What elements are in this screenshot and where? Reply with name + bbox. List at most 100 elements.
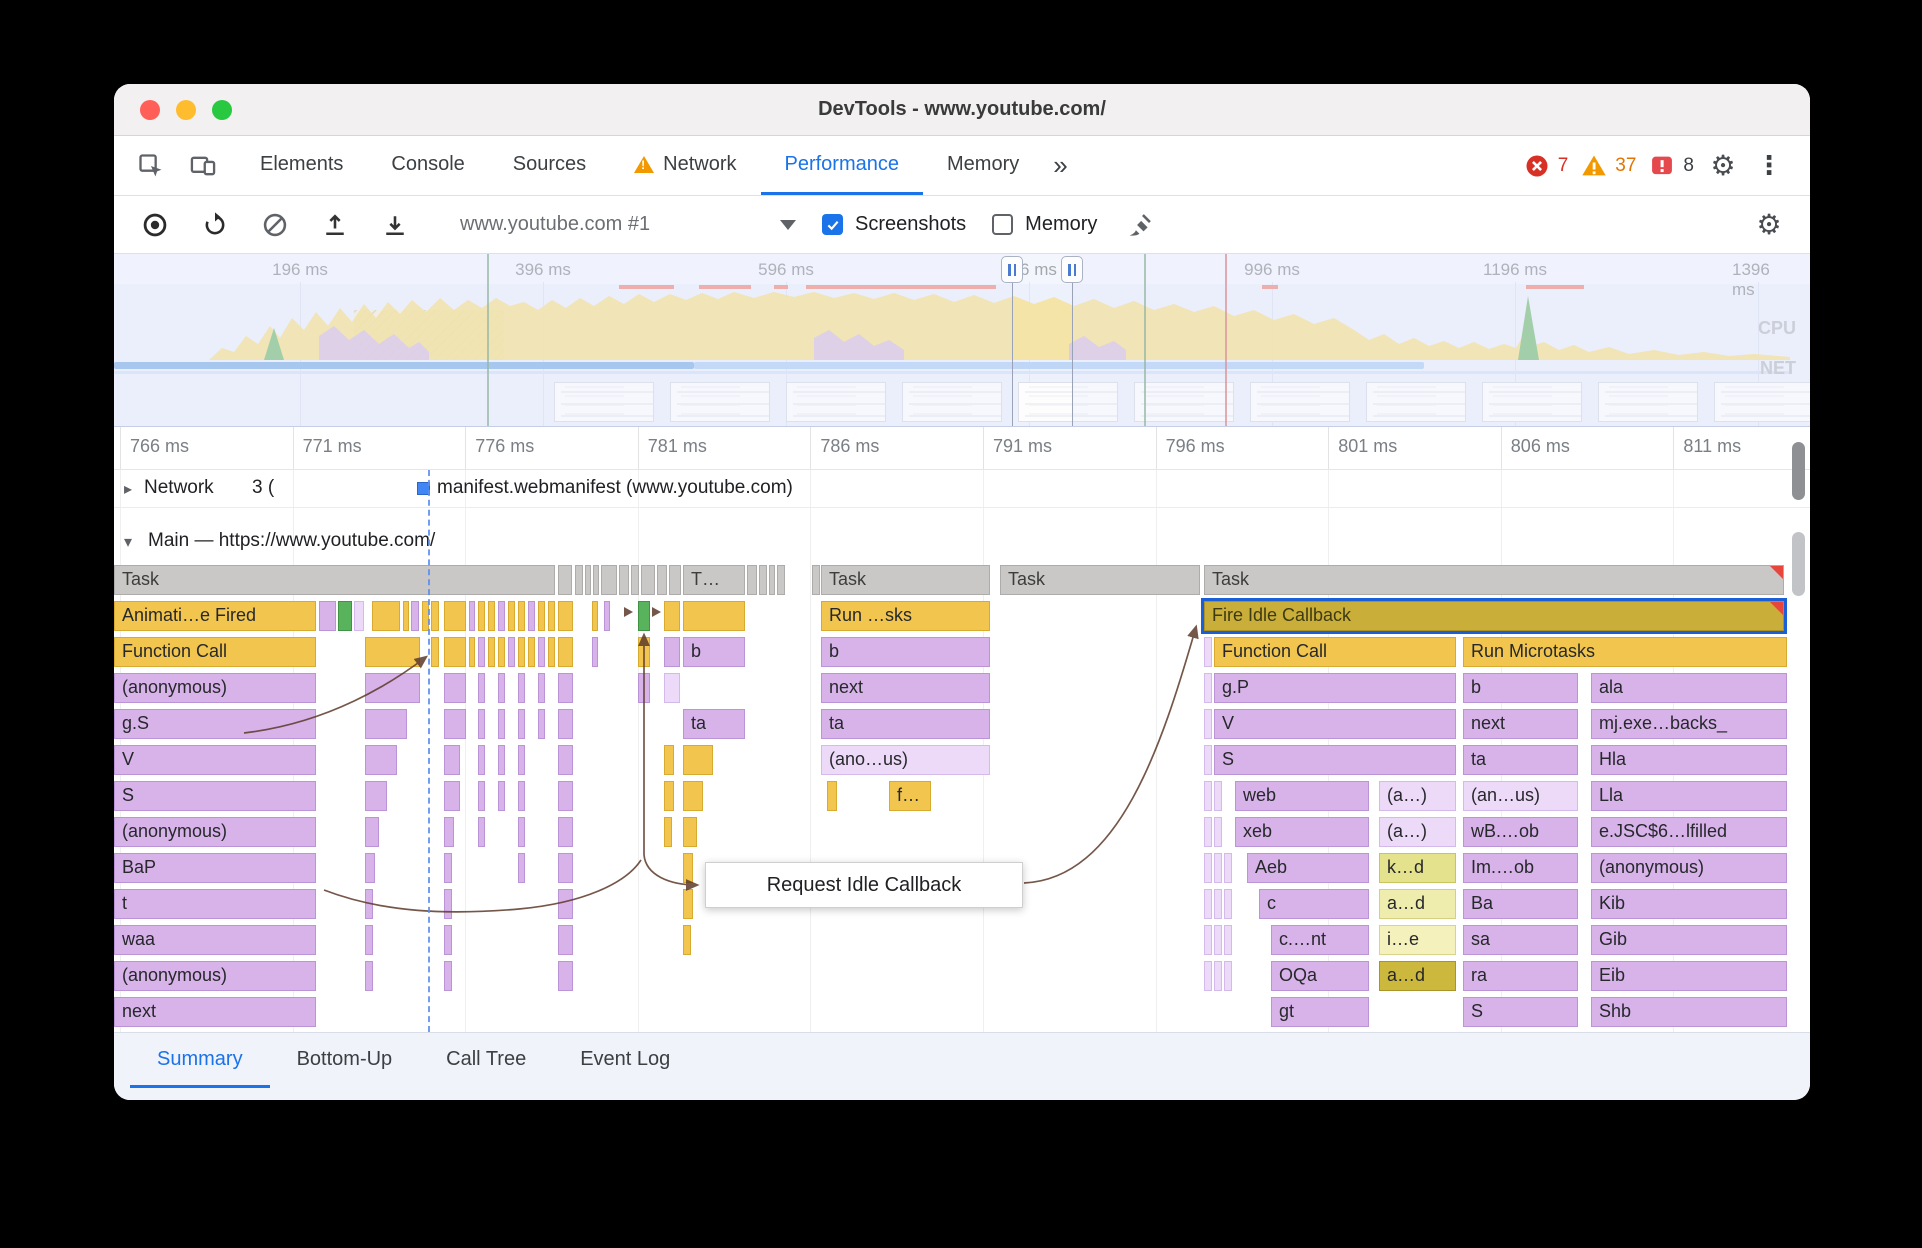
flame-bar-anonymous[interactable]: (anonymous)	[114, 673, 316, 703]
tab-memory[interactable]: Memory	[923, 136, 1043, 195]
flame-bar-eib[interactable]: Eib	[1591, 961, 1787, 991]
flame-bar-a[interactable]: (a…)	[1379, 781, 1456, 811]
flame-bar[interactable]	[683, 745, 713, 775]
flame-bar[interactable]	[365, 781, 387, 811]
settings-gear-icon[interactable]: ⚙	[1706, 149, 1740, 183]
flame-bar[interactable]	[827, 781, 837, 811]
flame-bar[interactable]	[478, 817, 485, 847]
flame-bar[interactable]	[538, 709, 545, 739]
tab-network[interactable]: Network	[610, 136, 760, 195]
flame-bar[interactable]	[664, 601, 680, 631]
flame-bar[interactable]	[431, 637, 439, 667]
flame-bar-g-s[interactable]: g.S	[114, 709, 316, 739]
flame-bar-s[interactable]: S	[114, 781, 316, 811]
flame-bar[interactable]	[1214, 889, 1222, 919]
clear-recording-button[interactable]	[258, 208, 292, 242]
flame-bar[interactable]	[444, 673, 466, 703]
flame-bar-ta[interactable]: ta	[1463, 745, 1578, 775]
flame-bar-waa[interactable]: waa	[114, 925, 316, 955]
flame-bar[interactable]	[558, 745, 573, 775]
flame-bar[interactable]	[538, 637, 545, 667]
flame-bar-f[interactable]: f…	[889, 781, 931, 811]
flame-bar-ba[interactable]: Ba	[1463, 889, 1578, 919]
flame-bar-a-d[interactable]: a…d	[1379, 889, 1456, 919]
flame-bar[interactable]	[444, 853, 452, 883]
flame-bar[interactable]	[488, 601, 495, 631]
flame-bar[interactable]	[444, 745, 460, 775]
tab-console[interactable]: Console	[367, 136, 488, 195]
flame-bar[interactable]	[365, 817, 379, 847]
flame-bar[interactable]	[365, 637, 420, 667]
flame-bar[interactable]	[683, 601, 745, 631]
flame-bar-b[interactable]: b	[1463, 673, 1578, 703]
flame-bar-mj-exe-backs[interactable]: mj.exe…backs_	[1591, 709, 1787, 739]
flame-bar[interactable]	[444, 781, 460, 811]
flame-bar[interactable]	[518, 781, 525, 811]
flame-bar[interactable]	[777, 565, 785, 595]
flame-bar[interactable]	[528, 601, 535, 631]
flame-bar-web[interactable]: web	[1235, 781, 1369, 811]
flame-bar[interactable]	[365, 745, 397, 775]
flame-bar[interactable]	[1204, 961, 1212, 991]
flame-bar[interactable]	[683, 925, 691, 955]
network-track[interactable]: ▸ Network 3 ( manifest.webmanifest (www.…	[114, 470, 1810, 508]
flame-bar[interactable]	[558, 709, 573, 739]
flame-bar[interactable]	[518, 637, 525, 667]
memory-checkbox[interactable]	[992, 214, 1014, 235]
flame-bar-run-microtasks[interactable]: Run Microtasks	[1463, 637, 1787, 667]
flame-bar-lla[interactable]: Lla	[1591, 781, 1787, 811]
flame-bar-a[interactable]: (a…)	[1379, 817, 1456, 847]
flame-bar[interactable]	[365, 853, 375, 883]
flame-bar[interactable]	[478, 601, 485, 631]
flame-bar[interactable]	[478, 673, 485, 703]
flame-bar[interactable]	[638, 601, 650, 631]
flame-bar-g-p[interactable]: g.P	[1214, 673, 1456, 703]
flame-bar-im-ob[interactable]: Im.…ob	[1463, 853, 1578, 883]
flame-bar-fire-idle-callback[interactable]: Fire Idle Callback	[1204, 601, 1784, 631]
flame-bar[interactable]	[558, 601, 573, 631]
flame-bar[interactable]	[683, 853, 693, 883]
flame-bar[interactable]	[538, 601, 545, 631]
inspect-element-icon[interactable]	[134, 149, 168, 183]
flame-bar[interactable]	[528, 637, 535, 667]
flame-bar-hla[interactable]: Hla	[1591, 745, 1787, 775]
flame-bar[interactable]	[431, 601, 439, 631]
flame-bar[interactable]	[592, 637, 598, 667]
flame-bar[interactable]	[558, 673, 573, 703]
flame-bar-c[interactable]: c	[1259, 889, 1369, 919]
flame-bar[interactable]	[338, 601, 352, 631]
record-button[interactable]	[138, 208, 172, 242]
flame-bar-aeb[interactable]: Aeb	[1247, 853, 1369, 883]
flame-bar-t[interactable]: t	[114, 889, 316, 919]
more-tabs-button[interactable]: »	[1043, 136, 1077, 195]
flame-bar-bap[interactable]: BaP	[114, 853, 316, 883]
flame-bar[interactable]	[664, 781, 674, 811]
flame-bar[interactable]	[1224, 889, 1232, 919]
flame-bar-next[interactable]: next	[821, 673, 990, 703]
flame-bar[interactable]	[1224, 853, 1232, 883]
flame-bar[interactable]	[558, 853, 573, 883]
flame-bar[interactable]	[638, 637, 650, 667]
flame-bar[interactable]	[1204, 781, 1212, 811]
flame-bar[interactable]	[548, 637, 555, 667]
flame-bar[interactable]	[664, 673, 680, 703]
flame-bar[interactable]	[669, 565, 681, 595]
flame-bar[interactable]	[593, 565, 599, 595]
flame-bar[interactable]	[372, 601, 400, 631]
flame-bar[interactable]	[518, 601, 525, 631]
flame-bar[interactable]	[444, 925, 452, 955]
flame-bar[interactable]	[638, 673, 650, 703]
flame-bar-anonymous[interactable]: (anonymous)	[1591, 853, 1787, 883]
flame-bar[interactable]	[488, 637, 495, 667]
flame-bar-wb-ob[interactable]: wB.…ob	[1463, 817, 1578, 847]
flame-bar[interactable]	[478, 637, 485, 667]
flame-bar-gib[interactable]: Gib	[1591, 925, 1787, 955]
flame-bar[interactable]	[558, 565, 572, 595]
issues-badge[interactable]: 8	[1648, 152, 1694, 180]
flame-bar[interactable]	[769, 565, 775, 595]
selection-left-handle[interactable]	[1001, 256, 1023, 283]
flame-bar[interactable]	[1204, 745, 1212, 775]
flame-bar[interactable]	[683, 781, 703, 811]
flame-bar[interactable]	[478, 709, 485, 739]
flame-bar-b[interactable]: b	[821, 637, 990, 667]
